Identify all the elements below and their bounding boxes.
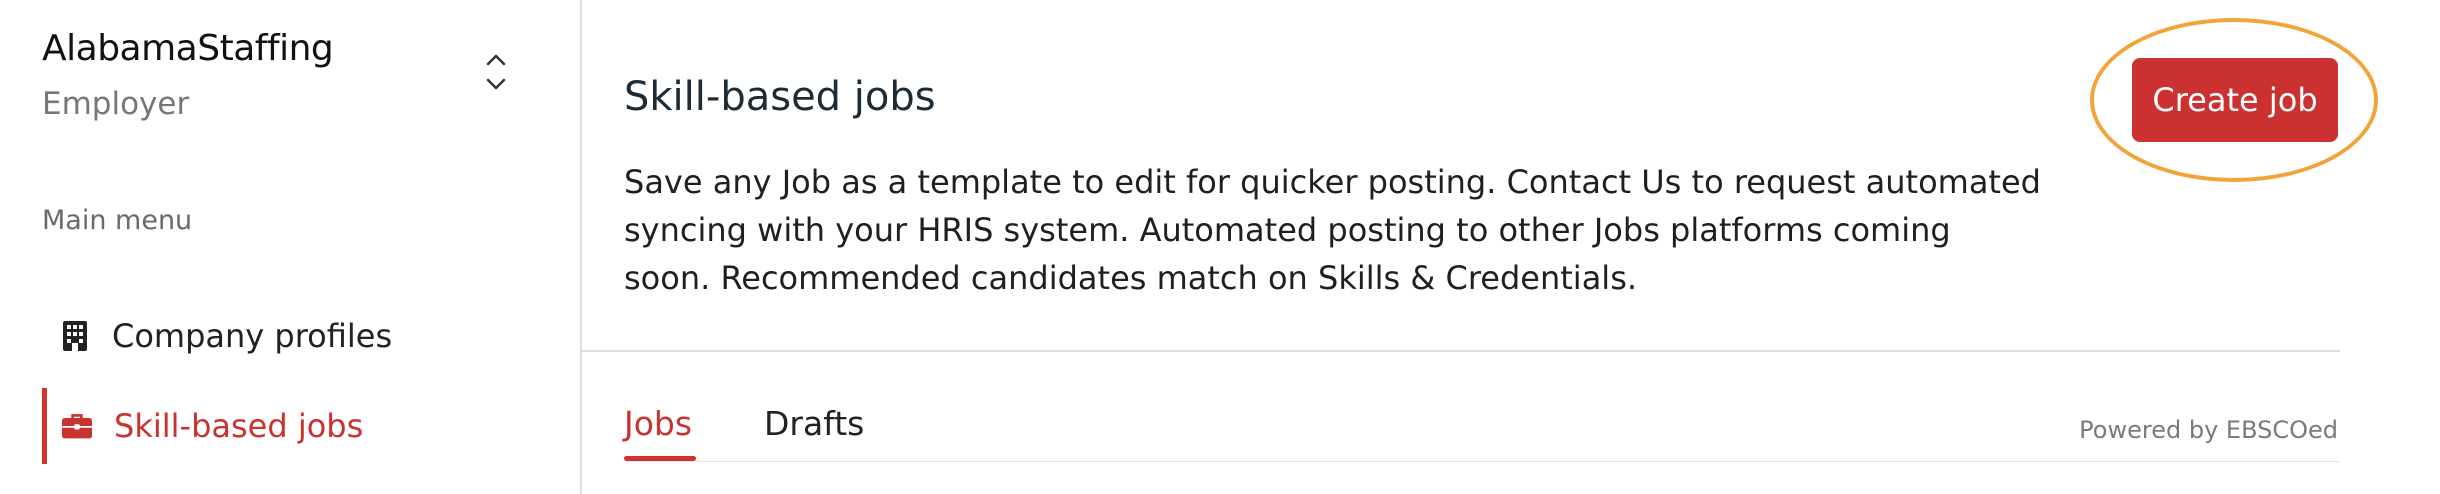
sidebar: AlabamaStaffing Employer Main menu Compa… xyxy=(0,0,582,494)
sidebar-item-label: Skill-based jobs xyxy=(114,407,364,445)
sidebar-item-skill-based-jobs[interactable]: Skill-based jobs xyxy=(42,388,567,464)
sidebar-item-label: Company profiles xyxy=(112,317,393,355)
building-icon xyxy=(60,321,90,351)
tab-bar-baseline xyxy=(624,461,2340,462)
tab-jobs[interactable]: Jobs xyxy=(624,404,692,443)
section-divider xyxy=(582,350,2340,352)
active-tab-indicator xyxy=(624,456,696,461)
powered-by-text: Powered by EBSCOed xyxy=(2079,416,2338,444)
org-switcher-chevron-icon[interactable] xyxy=(476,42,516,102)
page-title: Skill-based jobs xyxy=(624,74,936,120)
sidebar-item-company-profiles[interactable]: Company profiles xyxy=(42,298,562,374)
app-window: AlabamaStaffing Employer Main menu Compa… xyxy=(0,0,2440,494)
main-menu-heading: Main menu xyxy=(42,205,193,236)
create-job-button[interactable]: Create job xyxy=(2132,58,2338,142)
tab-drafts[interactable]: Drafts xyxy=(764,404,864,443)
page-description: Save any Job as a template to edit for q… xyxy=(624,163,2041,297)
org-role: Employer xyxy=(42,86,190,122)
briefcase-icon xyxy=(62,411,92,441)
main-content: Skill-based jobs Save any Job as a templ… xyxy=(582,0,2440,494)
org-name: AlabamaStaffing xyxy=(42,28,334,69)
